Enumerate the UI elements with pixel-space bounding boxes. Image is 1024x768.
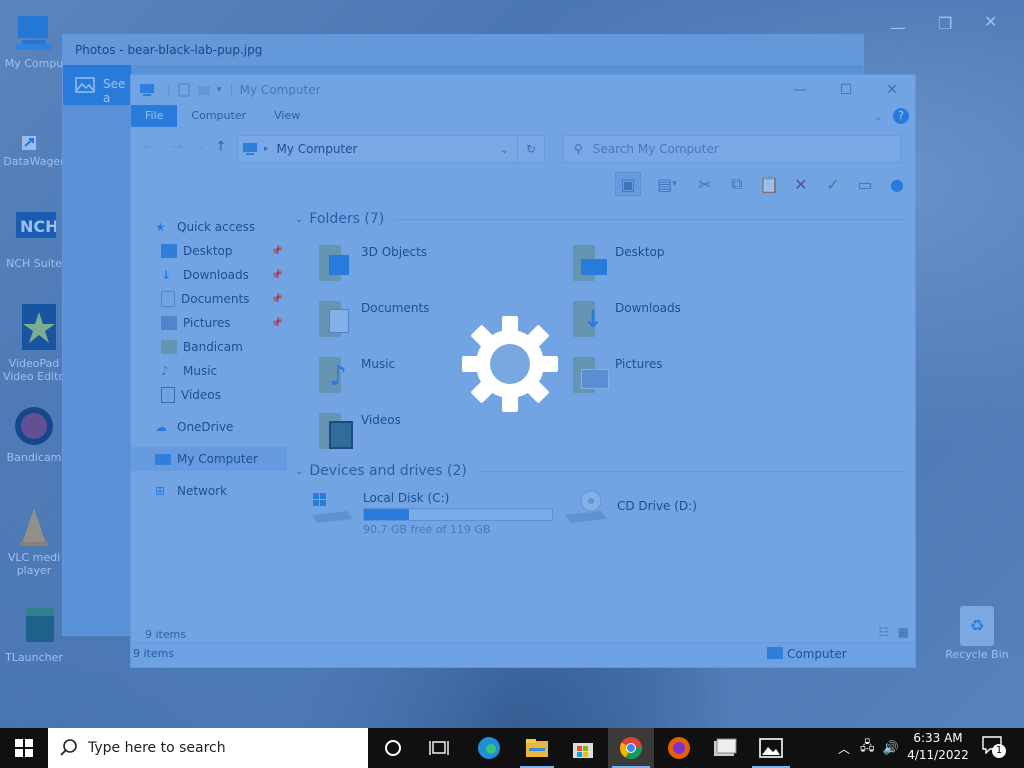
edge-icon [478, 737, 500, 759]
taskbar-app-photo-viewer[interactable] [702, 728, 748, 768]
show-hidden-icons-chevron-icon[interactable]: ︿ [838, 740, 850, 757]
taskbar-app-photos[interactable] [748, 728, 794, 768]
clock-time: 6:33 AM [913, 731, 963, 745]
photos-icon [759, 738, 783, 758]
chrome-icon [620, 737, 642, 759]
system-tray: ︿ 🖧 🔊 [838, 728, 909, 768]
taskbar-app-firefox[interactable] [656, 728, 702, 768]
clock-date: 4/11/2022 [907, 748, 969, 762]
taskbar: Type here to search ︿ 🖧 🔊 6:33 AM 4/11/2… [0, 728, 1024, 768]
cortana-circle-icon [385, 740, 401, 756]
task-view-icon [429, 741, 449, 755]
photo-viewer-icon [714, 738, 737, 756]
taskbar-clock[interactable]: 6:33 AM 4/11/2022 [904, 730, 972, 764]
start-button[interactable] [0, 728, 48, 768]
taskbar-app-store[interactable] [560, 728, 606, 768]
search-icon [60, 739, 77, 756]
taskbar-search-placeholder: Type here to search [88, 740, 226, 756]
windows-logo-icon [15, 739, 33, 757]
taskbar-app-file-explorer[interactable] [514, 728, 560, 768]
taskbar-search-box[interactable]: Type here to search [48, 728, 368, 768]
cortana-button[interactable] [370, 728, 416, 768]
loading-gear-icon [460, 314, 560, 414]
action-center-button[interactable]: 1 [982, 736, 1006, 760]
notification-count-badge: 1 [992, 744, 1006, 758]
taskbar-app-chrome[interactable] [608, 728, 654, 768]
taskbar-app-edge[interactable] [466, 728, 512, 768]
network-icon[interactable]: 🖧 [860, 737, 875, 759]
task-view-button[interactable] [416, 728, 462, 768]
volume-icon[interactable]: 🔊 [883, 741, 899, 756]
store-bag-icon [573, 743, 593, 758]
file-explorer-icon [526, 739, 548, 757]
firefox-icon [668, 737, 690, 759]
